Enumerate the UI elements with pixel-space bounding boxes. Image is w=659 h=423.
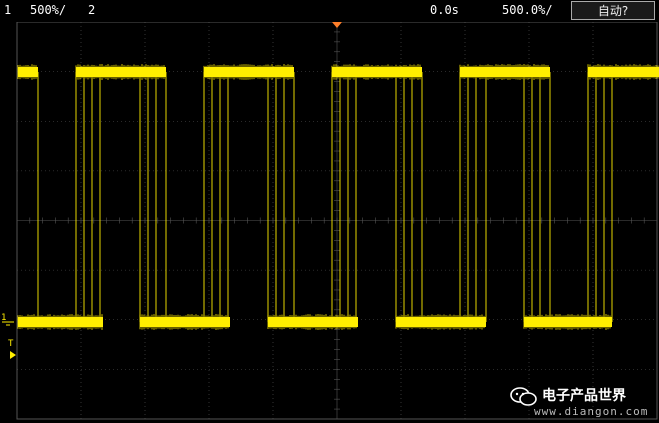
low-level-band xyxy=(396,317,486,327)
high-level-band xyxy=(76,67,166,77)
low-level-band xyxy=(268,317,358,327)
time-scale[interactable]: 500.0%/ xyxy=(502,3,553,17)
wechat-icon xyxy=(510,387,537,406)
watermark-url: www.diangon.com xyxy=(534,405,649,418)
channel1-scale[interactable]: 500%/ xyxy=(30,3,66,17)
channel1-number[interactable]: 1 xyxy=(4,3,11,17)
high-level-band xyxy=(460,67,550,77)
trigger-level-label: T xyxy=(8,339,14,349)
status-bar: 1 500%/ 2 0.0s 500.0%/ 自动? xyxy=(0,0,659,22)
high-level-band xyxy=(332,67,422,77)
channel2-number[interactable]: 2 xyxy=(88,3,95,17)
watermark: 电子产品世界 www.diangon.com xyxy=(510,385,655,421)
watermark-title: 电子产品世界 xyxy=(542,388,626,404)
oscilloscope-display xyxy=(0,0,659,423)
low-level-band xyxy=(140,317,230,327)
channel1-ground-label: 1 xyxy=(1,313,7,323)
auto-trigger-button[interactable]: 自动? xyxy=(571,1,655,20)
time-position[interactable]: 0.0s xyxy=(430,3,459,17)
high-level-band xyxy=(204,67,294,77)
